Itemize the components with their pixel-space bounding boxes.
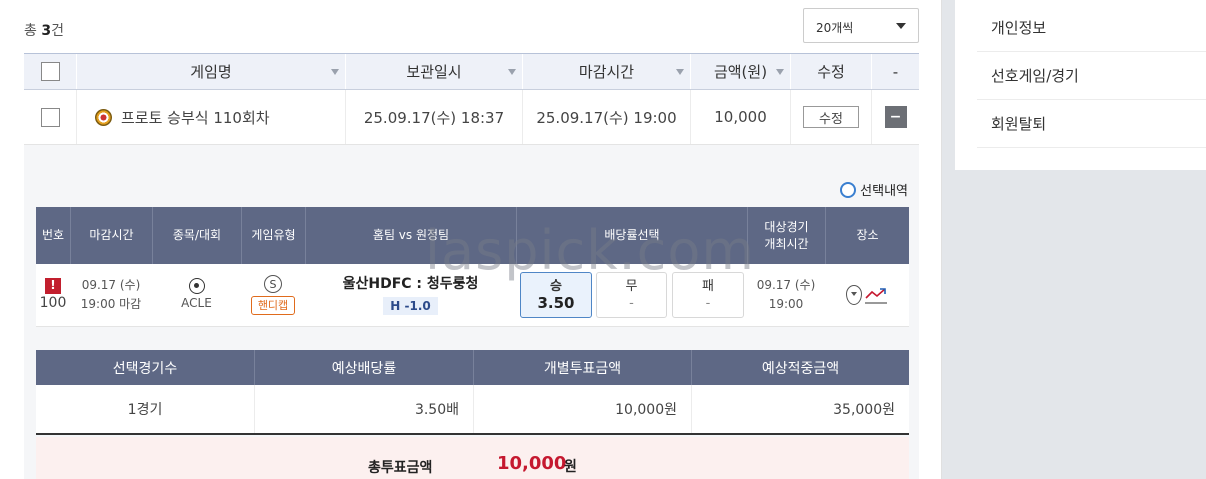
count-prefix: 총 [24,23,37,39]
header-collapse: - [871,54,919,89]
row-collapse: − [871,90,919,144]
row-deadline: 09.17 (수) 19:00 마감 [70,264,152,326]
header-venue: 장소 [825,207,909,264]
deadline-date: 09.17 (수) [81,278,141,292]
summary-bet: 10,000원 [473,385,691,433]
summary-header: 선택경기수 예상배당률 개별투표금액 예상적중금액 [36,350,909,385]
header-game-type: 게임유형 [241,207,305,264]
main-panel: 총 3건 20개씩 게임명 보관일시 마감시간 금액(원) 수정 - 프로토 승… [0,0,942,479]
row-select[interactable] [24,90,76,144]
odd-value: - [705,296,711,311]
header-edit: 수정 [790,54,871,89]
select-all-checkbox[interactable] [40,62,60,81]
row-number: ! 100 [36,264,70,326]
count-suffix: 건 [51,23,64,39]
row-match-time: 09.17 (수) 19:00 [747,264,825,326]
sort-icon[interactable] [331,69,339,75]
header-match-time: 대상경기 개최시간 [747,207,825,264]
total-bar: 총투표금액 10,000 원 [36,437,909,479]
sidebar-item-preferred-games[interactable]: 선호게임/경기 [977,52,1206,100]
warning-icon: ! [45,277,61,294]
row-saved-at: 25.09.17(수) 18:37 [345,90,522,144]
header-saved-at[interactable]: 보관일시 [345,54,522,89]
total-amount: 10,000 [497,453,567,474]
game-name-text: 프로토 승부식 110회차 [121,108,270,127]
odd-value: - [629,296,634,311]
row-deadline: 25.09.17(수) 19:00 [522,90,690,144]
header-label: 수정 [817,63,845,81]
header-deadline: 마감시간 [70,207,152,264]
header-sport: 종목/대회 [152,207,241,264]
row-amount: 10,000 [690,90,790,144]
sidebar-item-personal-info[interactable]: 개인정보 [977,4,1206,52]
header-label: 보관일시 [406,63,462,81]
detail-panel: 선택내역 번호 마감시간 종목/대회 게임유형 홈팀 vs 원정팀 배당률선택 … [24,145,919,479]
match-number: 100 [39,294,67,311]
row-venue [825,264,909,326]
collapse-button[interactable]: − [884,106,907,128]
summary-header-games: 선택경기수 [112,360,178,377]
header-game-name[interactable]: 게임명 [76,54,345,89]
league-name: ACLE [181,295,212,310]
sidebar-item-withdraw[interactable]: 회원탈퇴 [977,100,1206,148]
match-date: 09.17 (수) [756,278,816,292]
row-game-type: S 핸디캡 [241,264,305,326]
sort-icon[interactable] [676,69,684,75]
summary-row: 1경기 3.50배 10,000원 35,000원 [36,385,909,435]
chevron-down-icon [896,23,906,29]
count-value: 3 [41,23,52,39]
header-label: 금액(원) [713,63,768,81]
trend-chart-icon[interactable] [864,286,888,304]
total-unit: 원 [564,459,577,475]
game-type-icon: S [264,275,282,293]
summary-games: 1경기 [127,402,163,418]
watermark: laspick.com [425,219,755,282]
header-label: 게임명 [190,63,232,81]
soccer-ball-icon [188,277,205,294]
page-size-label: 20개씩 [816,21,854,35]
table-row: 프로토 승부식 110회차 25.09.17(수) 18:37 25.09.17… [24,90,919,145]
header-label: - [892,62,899,81]
header-deadline[interactable]: 마감시간 [522,54,690,89]
edit-button[interactable]: 수정 [803,106,859,128]
summary-odds: 3.50배 [254,385,473,433]
row-checkbox[interactable] [40,107,60,127]
target-icon [95,108,112,126]
selection-history-toggle[interactable]: 선택내역 [840,180,908,199]
row-sport: ACLE [152,264,241,326]
sidebar: 개인정보 선호게임/경기 회원탈퇴 [955,0,1206,170]
sort-icon[interactable] [508,69,516,75]
handicap-value: H -1.0 [383,297,438,315]
summary-header-odds: 예상배당률 [254,350,473,385]
summary-payout: 35,000원 [691,385,909,433]
location-pin-icon[interactable] [846,285,862,305]
selection-history-label: 선택내역 [860,184,908,199]
result-count: 총 3건 [24,20,64,40]
header-no: 번호 [41,228,65,242]
row-edit: 수정 [790,90,871,144]
odd-value: 3.50 [537,294,575,312]
header-select-all[interactable] [24,54,76,89]
table-header: 게임명 보관일시 마감시간 금액(원) 수정 - [24,53,919,90]
handicap-badge: 핸디캡 [250,296,296,315]
sort-icon[interactable] [776,69,784,75]
row-game-name: 프로토 승부식 110회차 [76,90,345,144]
header-amount[interactable]: 금액(원) [690,54,790,89]
header-label: 마감시간 [578,63,635,81]
page-size-select[interactable]: 20개씩 [803,8,919,43]
total-label: 총투표금액 [368,460,433,476]
match-time: 19:00 [768,297,804,311]
summary-header-bet: 개별투표금액 [473,350,691,385]
radio-icon[interactable] [840,181,857,198]
summary-header-payout: 예상적중금액 [691,350,909,385]
deadline-time: 19:00 마감 [80,297,142,311]
